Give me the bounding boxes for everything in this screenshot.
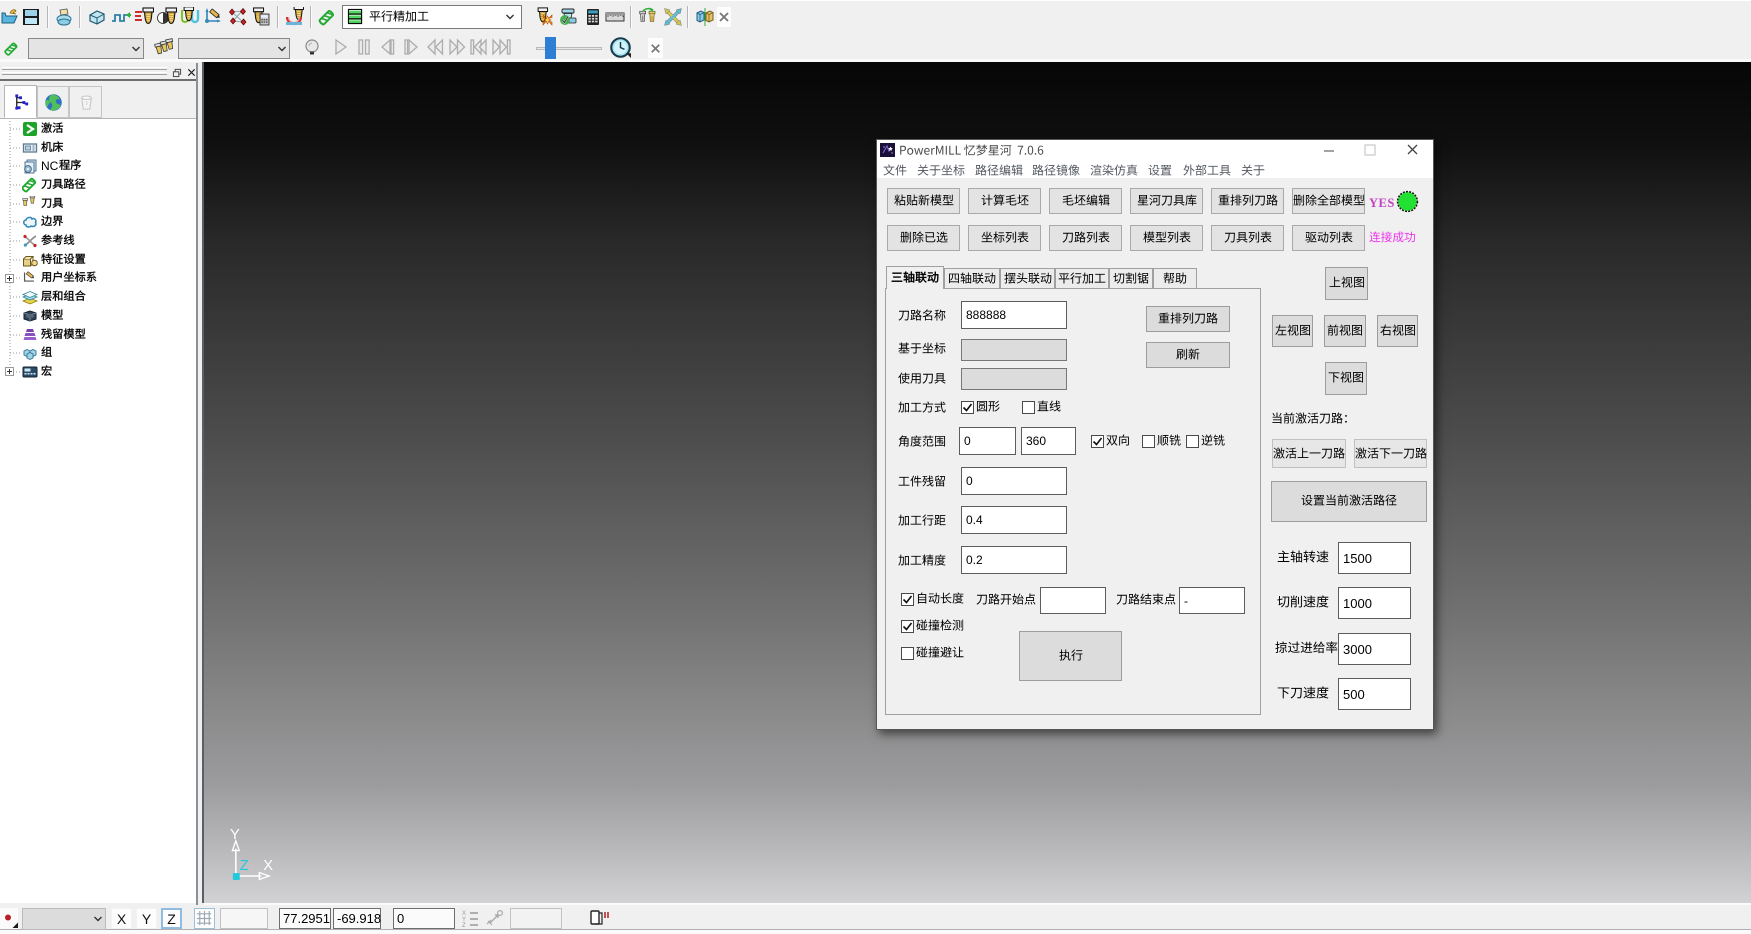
svg-text:X: X: [263, 858, 273, 874]
svg-text:Z: Z: [462, 923, 466, 928]
svg-text:Y: Y: [230, 827, 240, 843]
svg-text:Z: Z: [240, 858, 249, 874]
